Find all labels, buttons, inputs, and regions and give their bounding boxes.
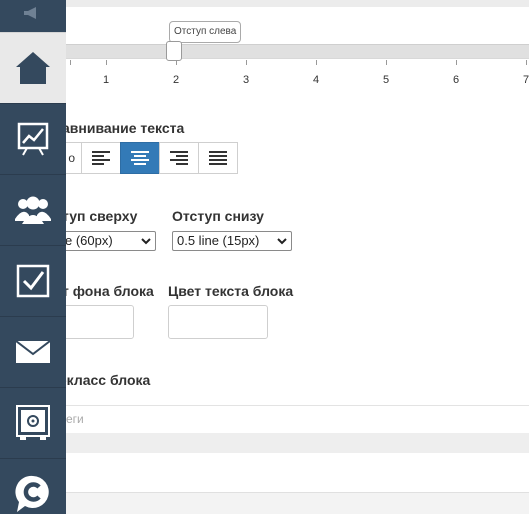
text-align-group: о	[66, 142, 238, 174]
section-divider	[66, 433, 529, 453]
checkbox-icon	[16, 264, 50, 298]
top-strip	[66, 0, 529, 7]
safe-icon	[16, 405, 50, 440]
padding-top-label: туп сверху	[66, 208, 138, 224]
slider-tick	[246, 60, 247, 65]
panel-footer	[66, 492, 529, 514]
sidebar-top[interactable]	[0, 0, 66, 32]
css-class-placeholder: еги	[66, 412, 84, 426]
align-option-partial[interactable]: о	[66, 142, 82, 174]
slider-tick-label: 3	[242, 74, 250, 86]
padding-top-select[interactable]: e (60px)	[66, 231, 156, 251]
css-class-input[interactable]: еги	[66, 405, 529, 433]
sidebar-item-tasks[interactable]	[0, 245, 66, 316]
align-center-icon	[131, 151, 149, 165]
left-indent-slider-track[interactable]	[66, 44, 529, 59]
sidebar-item-chat[interactable]	[0, 458, 66, 514]
align-left-icon	[92, 151, 110, 165]
sidebar-item-safe[interactable]	[0, 387, 66, 458]
text-color-input[interactable]	[168, 305, 268, 339]
padding-bottom-label: Отступ снизу	[172, 208, 264, 224]
bg-color-label: т фона блока	[66, 283, 154, 299]
slider-tick-label: 4	[312, 74, 320, 86]
align-justify-button[interactable]	[198, 142, 238, 174]
align-right-button[interactable]	[159, 142, 199, 174]
align-center-button[interactable]	[120, 142, 160, 174]
users-icon	[15, 196, 51, 224]
slider-tick	[176, 60, 177, 65]
slider-tick-label: 2	[172, 74, 180, 86]
text-align-label: авнивание текста	[66, 120, 185, 136]
slider-tick	[526, 60, 527, 65]
megaphone-icon	[24, 7, 36, 19]
slider-tick-label: 5	[382, 74, 390, 86]
slider-tick	[106, 60, 107, 65]
sidebar-item-users[interactable]	[0, 174, 66, 245]
slider-tick-label: 1	[102, 74, 110, 86]
slider-tick	[70, 60, 71, 65]
chevron-down-icon	[277, 238, 287, 245]
align-right-icon	[170, 151, 188, 165]
sidebar-item-stats[interactable]	[0, 103, 66, 174]
padding-top-value: e (60px)	[66, 233, 113, 248]
block-settings-panel: Отступ слева 1 2 3 4 5 6 7 авнивание текста о	[66, 0, 529, 514]
slider-tick	[316, 60, 317, 65]
sidebar	[0, 0, 66, 514]
slider-handle[interactable]	[166, 41, 182, 61]
text-color-label: Цвет текста блока	[168, 283, 294, 299]
slider-tick-label: 7	[522, 74, 529, 86]
chart-board-icon	[17, 122, 49, 156]
padding-bottom-value: 0.5 line (15px)	[177, 233, 260, 248]
slider-tooltip: Отступ слева	[169, 21, 242, 43]
css-class-label: -класс блока	[66, 372, 151, 388]
slider-tick-label: 6	[452, 74, 460, 86]
padding-bottom-select[interactable]: 0.5 line (15px)	[172, 231, 292, 251]
mail-icon	[16, 341, 50, 363]
slider-tick	[456, 60, 457, 65]
slider-tick	[386, 60, 387, 65]
align-justify-icon	[209, 151, 227, 165]
bg-color-input[interactable]	[66, 305, 134, 339]
sidebar-item-home[interactable]	[0, 32, 66, 103]
chevron-down-icon	[141, 238, 151, 245]
align-left-button[interactable]	[81, 142, 121, 174]
sidebar-item-mail[interactable]	[0, 316, 66, 387]
chat-c-icon	[15, 475, 49, 512]
home-icon	[16, 52, 50, 84]
